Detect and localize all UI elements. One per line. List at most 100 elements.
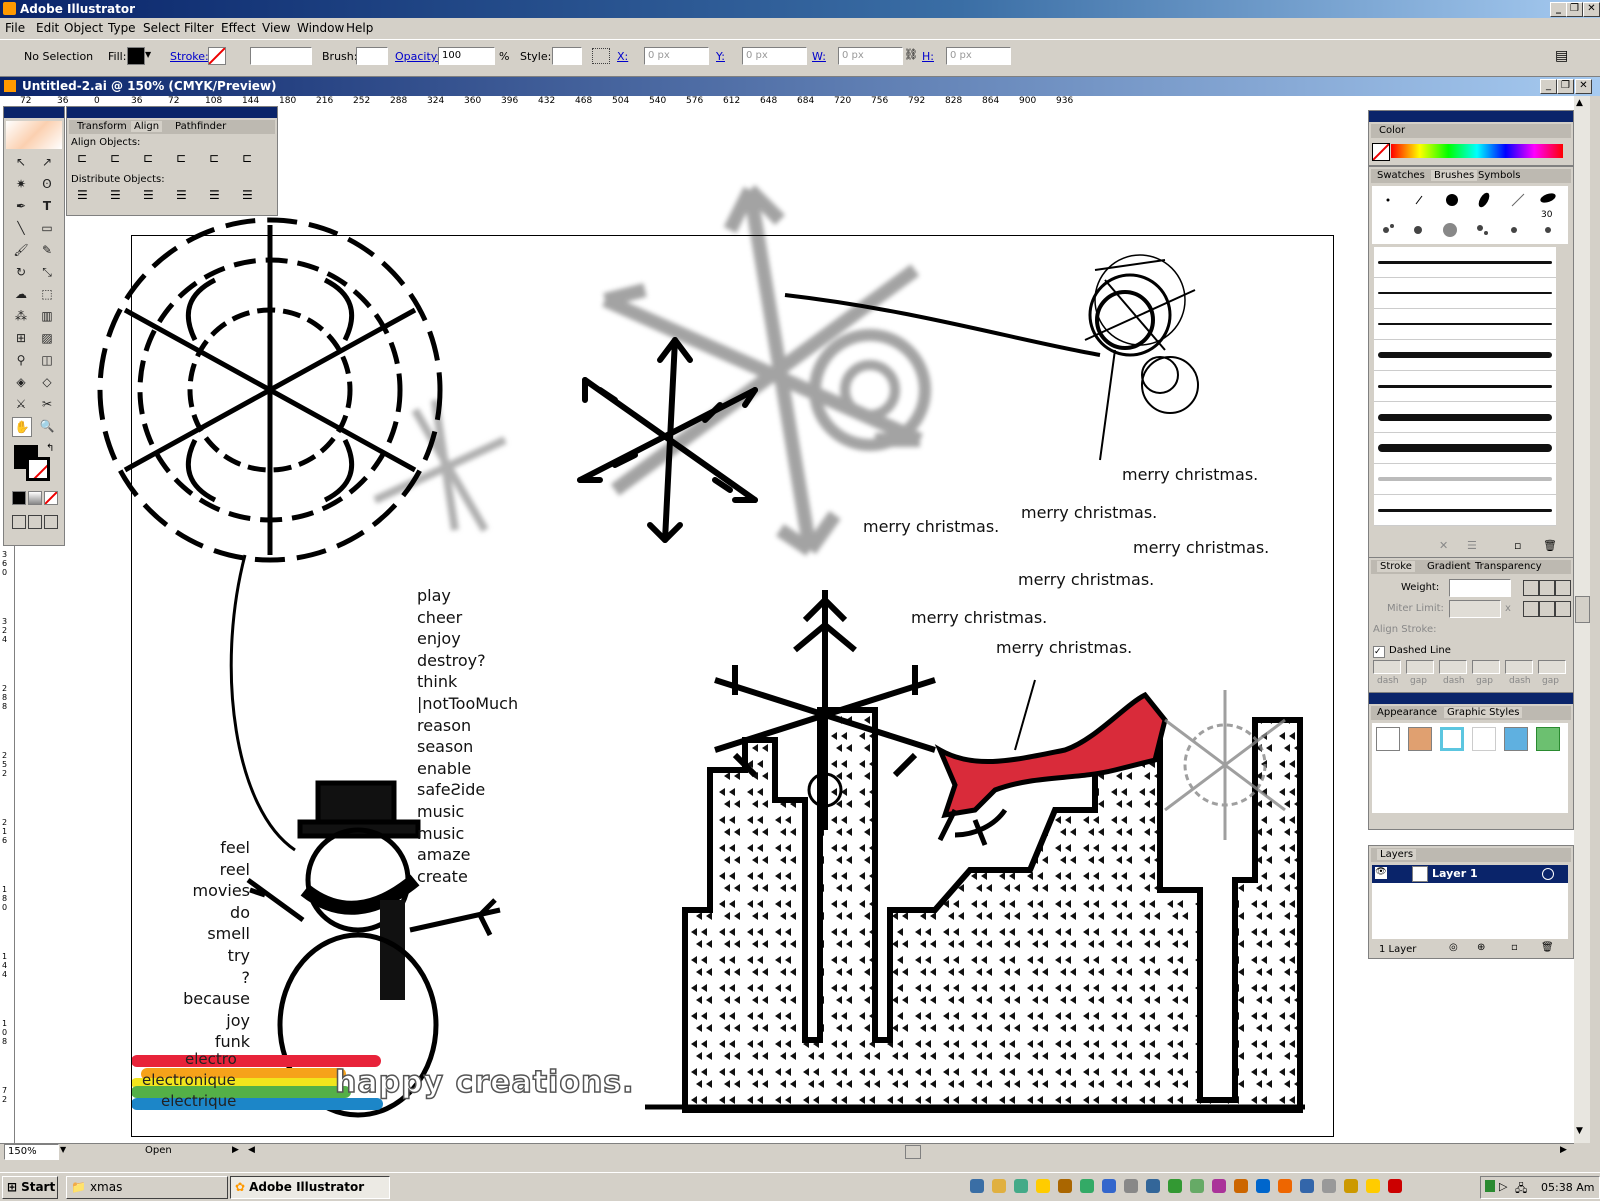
fill-dropdown-icon[interactable]: ▼ [145,47,155,63]
doc-minimize-button[interactable]: _ [1540,79,1557,94]
align-vertical-center-icon[interactable]: ⊏ [209,151,219,165]
tab-transparency[interactable]: Transparency [1475,561,1542,572]
mesh-tool-icon[interactable]: ⊞ [12,329,30,347]
tab-gradient[interactable]: Gradient [1427,561,1471,572]
x-label[interactable]: X: [617,50,628,63]
screen-mode-full-icon[interactable] [44,515,58,529]
network-icon[interactable]: 🖧 [1515,1180,1527,1199]
horizontal-scroll-thumb[interactable] [905,1145,921,1159]
rectangle-tool-icon[interactable]: ▭ [38,219,56,237]
graphic-style-blue-outline[interactable] [1440,727,1464,751]
menu-type[interactable]: Type [108,21,136,35]
minimize-button[interactable]: _ [1550,2,1567,17]
screen-mode-full-menu-icon[interactable] [28,515,42,529]
menu-object[interactable]: Object [64,21,103,35]
selection-tool-icon[interactable]: ↖ [12,153,30,171]
menu-filter[interactable]: Filter [184,21,214,35]
screen-mode-standard-icon[interactable] [12,515,26,529]
tab-graphic-styles[interactable]: Graphic Styles [1444,707,1523,718]
opacity-field[interactable]: 100 [438,47,495,65]
y-field[interactable]: 0 px [742,47,807,65]
new-sublayer-icon[interactable]: ⊕ [1477,942,1485,953]
dash-gap-field[interactable] [1373,660,1401,674]
doc-close-button[interactable]: ✕ [1575,79,1592,94]
w-field[interactable]: 0 px [838,47,903,65]
miter-join-icon[interactable] [1523,601,1539,617]
color-spectrum-bar[interactable] [1391,144,1563,158]
scroll-down-icon[interactable]: ▼ [1576,1126,1583,1136]
round-cap-icon[interactable] [1539,580,1555,596]
vertical-scroll-thumb[interactable] [1575,596,1590,623]
gear-icon[interactable] [1124,1179,1138,1193]
hand-tool-icon[interactable]: ✋ [12,417,32,437]
dash-gap-field[interactable] [1439,660,1467,674]
align-panel-title-bar[interactable] [67,107,277,118]
menu-file[interactable]: File [5,21,25,35]
remove-brush-stroke-icon[interactable]: ✕ [1439,539,1448,552]
color-mode-icon[interactable] [12,491,26,505]
distribute-right-icon[interactable]: ☰ [242,188,253,202]
clock[interactable]: 05:38 Am [1541,1181,1594,1194]
fill-swatch[interactable] [127,47,145,65]
network-icon[interactable] [1080,1179,1094,1193]
dash-gap-field[interactable] [1406,660,1434,674]
distribute-horizontal-center-icon[interactable]: ☰ [209,188,220,202]
zoom-tool-icon[interactable]: 🔍 [38,417,56,435]
type-tool-icon[interactable]: T [38,197,56,215]
menu-select[interactable]: Select [143,21,180,35]
warp-tool-icon[interactable]: ☁ [12,285,30,303]
menu-view[interactable]: View [262,21,290,35]
tab-appearance[interactable]: Appearance [1377,707,1437,718]
status-arrow-icon[interactable]: ▶ [232,1145,239,1155]
swap-colors-icon[interactable]: ↰ [46,443,54,454]
new-brush-icon[interactable]: ▫ [1514,539,1521,552]
tab-pathfinder[interactable]: Pathfinder [175,121,226,132]
tab-symbols[interactable]: Symbols [1478,170,1520,181]
toolbox-title-bar[interactable] [4,107,64,118]
star-icon[interactable] [1036,1179,1050,1193]
projecting-cap-icon[interactable] [1555,580,1571,596]
style-swatch[interactable] [552,47,582,65]
disk-icon[interactable] [1146,1179,1160,1193]
layer-target-icon[interactable] [1542,868,1554,880]
pen-tool-icon[interactable]: ✒ [12,197,30,215]
brush-swatch[interactable] [1374,371,1556,402]
pinwheel-icon[interactable] [1190,1179,1204,1193]
dash-gap-field[interactable] [1538,660,1566,674]
gear2-icon[interactable] [1168,1179,1182,1193]
slice-tool-icon[interactable]: ⚔ [12,395,30,413]
brush-swatch[interactable] [1374,402,1556,433]
align-horizontal-center-icon[interactable]: ⊏ [110,151,120,165]
explorer-icon[interactable] [1014,1179,1028,1193]
tab-align[interactable]: Align [131,121,163,132]
smile-icon[interactable] [1366,1179,1380,1193]
maximize-button[interactable]: ❐ [1566,2,1583,17]
free-transform-tool-icon[interactable]: ⬚ [38,285,56,303]
layer-name[interactable]: Layer 1 [1432,867,1478,880]
stroke-label[interactable]: Stroke: [170,50,209,63]
stroke-color-box[interactable] [26,457,50,481]
direct-selection-tool-icon[interactable]: ↗ [38,153,56,171]
graphic-style-default[interactable] [1376,727,1400,751]
dashed-line-checkbox[interactable]: ✓ [1373,646,1385,658]
box-icon[interactable] [1322,1179,1336,1193]
magic-wand-tool-icon[interactable]: ✷ [12,175,30,193]
scroll-right-icon[interactable]: ▶ [1560,1145,1567,1155]
graphic-styles-grid[interactable] [1372,723,1568,813]
brush-swatch[interactable] [1374,495,1556,526]
reference-point-icon[interactable] [592,48,610,64]
miter-limit-field[interactable] [1449,600,1501,618]
gradient-mode-icon[interactable] [28,491,42,505]
folder-icon[interactable] [992,1179,1006,1193]
stroke-swatch[interactable] [208,47,226,65]
y-label[interactable]: Y: [716,50,725,63]
distribute-bottom-icon[interactable]: ☰ [143,188,154,202]
palette-menu-icon[interactable]: ▤ [1555,48,1568,64]
layer-row[interactable]: 👁 Layer 1 [1372,865,1568,883]
paintbrush-tool-icon[interactable]: 🖌 [12,241,30,259]
opacity-label[interactable]: Opacity: [395,50,440,63]
magnet-icon[interactable] [1388,1179,1402,1193]
graphic-style-texture[interactable] [1408,727,1432,751]
menu-edit[interactable]: Edit [36,21,59,35]
tab-brushes[interactable]: Brushes [1431,170,1478,181]
